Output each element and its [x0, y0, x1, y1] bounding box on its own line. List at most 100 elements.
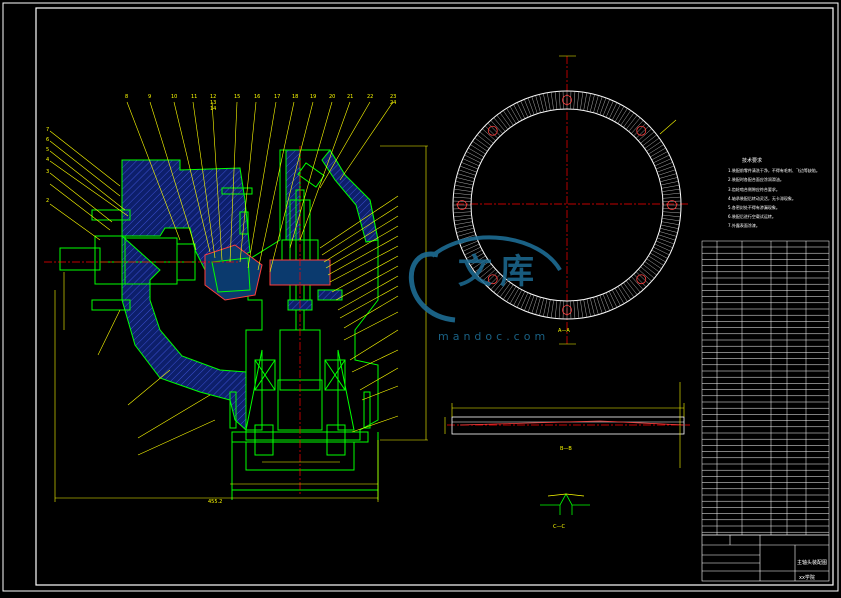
- ring-tooth: [550, 92, 554, 110]
- drawing-title: 主轴头装配图: [797, 560, 828, 566]
- ring-tooth: [590, 94, 595, 112]
- ring-tooth: [454, 188, 472, 192]
- ring-tooth: [590, 298, 595, 316]
- balloon-label: 5: [46, 147, 50, 153]
- tooth-detail: [540, 493, 590, 515]
- ring-tooth: [570, 300, 572, 319]
- ring-tooth: [554, 300, 558, 319]
- ring-tooth: [573, 300, 576, 319]
- watermark-text: mandoc.com: [438, 330, 550, 343]
- balloon-label: 15: [234, 94, 241, 100]
- ring-tooth: [539, 94, 544, 112]
- balloon-label: 20: [329, 94, 336, 100]
- ring-tooth: [614, 106, 625, 122]
- assembly-drawing: [2, 2, 839, 592]
- ring-tooth: [661, 221, 680, 226]
- ring-tooth: [580, 92, 584, 110]
- ring-tooth: [631, 276, 644, 290]
- ring-tooth: [628, 117, 641, 132]
- ring-tooth: [625, 280, 638, 295]
- note-item: 3.齿轮啮合侧隙应符合要求。: [728, 186, 780, 192]
- ring-tooth: [608, 291, 618, 308]
- ring-tooth: [470, 144, 486, 155]
- ring-tooth: [605, 100, 614, 118]
- ring-tooth: [546, 92, 551, 111]
- ring-tooth: [509, 106, 520, 122]
- balloon-label: 4: [46, 157, 50, 163]
- balloon-label: 18: [292, 94, 299, 100]
- ring-tooth: [576, 300, 580, 319]
- ring-tooth: [623, 282, 635, 298]
- balloon-label: 10: [171, 94, 178, 100]
- section-c-label: C—C: [553, 524, 565, 530]
- ring-tooth: [650, 252, 666, 263]
- ring-tooth: [573, 91, 576, 110]
- cad-drawing-canvas: 8 9 10 11 12 13 14 15 16 17 18 19 20 21 …: [0, 0, 841, 594]
- balloon-label: 16: [254, 94, 261, 100]
- ring-tooth: [628, 278, 641, 293]
- ring-tooth: [662, 192, 681, 196]
- balloon-label: 8: [125, 94, 129, 100]
- ring-tooth: [576, 91, 580, 110]
- ring-tooth: [453, 214, 472, 218]
- balloon-label: 9: [148, 94, 152, 100]
- ring-tooth: [638, 128, 652, 141]
- ring-bolt-hole: [636, 125, 647, 136]
- ring-tooth: [462, 158, 480, 167]
- ring-tooth: [562, 91, 564, 110]
- ring-tooth: [653, 246, 670, 256]
- ring-tooth: [654, 158, 672, 167]
- ring-tooth: [654, 243, 672, 252]
- note-item: 2.装配时各配合面应涂润滑油。: [728, 177, 784, 183]
- balloon-label: 21: [347, 94, 354, 100]
- balloon-label: 22: [367, 94, 374, 100]
- ring-tooth: [660, 181, 679, 186]
- ring-tooth: [662, 196, 681, 199]
- ring-tooth: [620, 284, 631, 300]
- ring-tooth: [646, 258, 662, 269]
- ring-tooth: [516, 291, 526, 308]
- ring-tooth: [472, 141, 488, 152]
- note-item: 1.装配前零件清洗干净，不得有毛刺、飞边等缺陷。: [728, 168, 820, 174]
- ring-tooth: [454, 218, 472, 222]
- ring-tooth: [611, 104, 621, 121]
- ring-tooth: [620, 110, 631, 126]
- ring-tooth: [640, 131, 655, 144]
- ring-tooth: [490, 120, 503, 134]
- ring-tooth: [580, 300, 584, 318]
- ring-tooth: [513, 104, 523, 121]
- ring-tooth: [646, 141, 662, 152]
- ring-tooth: [464, 154, 481, 164]
- balloon-label: 7: [46, 127, 50, 133]
- ring-tooth: [558, 91, 561, 110]
- ring-tooth: [455, 224, 474, 229]
- ring-tooth: [499, 112, 511, 128]
- note-item: 6.装配后进行空载试运转。: [728, 214, 776, 220]
- ring-tooth: [503, 110, 514, 126]
- ring-tooth: [453, 192, 472, 196]
- notes-title: 技术要求: [742, 158, 763, 164]
- technical-notes: 技术要求 1.装配前零件清洗干净，不得有毛刺、飞边等缺陷。 2.装配时各配合面应…: [728, 157, 833, 231]
- balloon-label: 2: [46, 198, 50, 204]
- ring-tooth: [662, 200, 681, 202]
- ring-tooth: [543, 298, 548, 317]
- ring-tooth: [611, 289, 621, 306]
- ring-tooth: [453, 211, 472, 214]
- ring-tooth: [661, 184, 680, 189]
- ring-tooth: [550, 300, 554, 318]
- ring-tooth: [644, 137, 660, 149]
- ring-tooth: [466, 151, 483, 161]
- balloon-label: 14: [210, 106, 217, 112]
- main-assembly-view: [59, 149, 379, 500]
- note-item: 7.外露表面涂漆。: [728, 223, 760, 229]
- ring-tooth: [655, 240, 673, 248]
- ring-tooth: [524, 293, 532, 311]
- ring-tooth: [506, 108, 517, 124]
- overall-width-dim: 455.2: [208, 499, 223, 505]
- ring-tooth: [479, 131, 494, 144]
- ring-tooth: [477, 134, 492, 147]
- balloon-label: 11: [191, 94, 198, 100]
- balloon-label: 17: [274, 94, 281, 100]
- ring-tooth: [456, 177, 474, 182]
- ring-tooth: [662, 214, 681, 218]
